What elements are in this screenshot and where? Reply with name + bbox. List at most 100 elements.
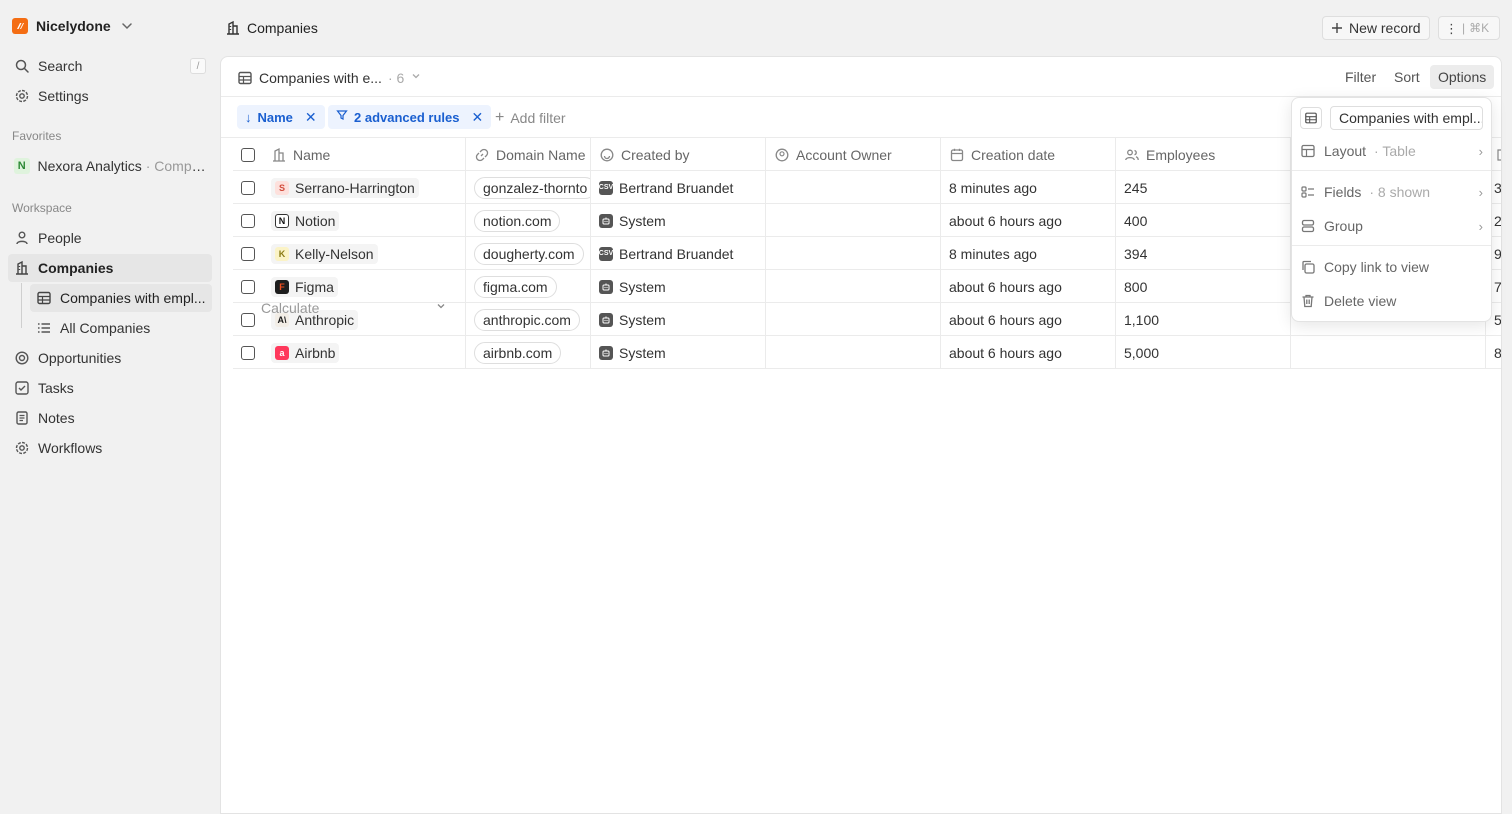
company-name-cell[interactable]: K Kelly-Nelson (263, 237, 466, 270)
menu-item-layout[interactable]: Layout · Table › (1300, 137, 1483, 165)
company-name-cell[interactable]: N Notion (263, 204, 466, 237)
favorite-label: Nexora Analytics · Compa... (37, 158, 206, 174)
sort-chip[interactable]: ↓ Name ✕ (237, 105, 325, 129)
select-all-checkbox[interactable] (233, 138, 263, 171)
company-chip[interactable]: S Serrano-Harrington (271, 177, 419, 198)
options-button[interactable]: Options (1430, 65, 1495, 89)
remove-rules-icon[interactable]: ✕ (472, 109, 484, 126)
table-row[interactable]: a Airbnb airbnb.com System about 6 hours… (233, 336, 1501, 369)
sidebar-item-notes[interactable]: Notes (8, 404, 212, 432)
filter-button[interactable]: Filter (1337, 65, 1384, 89)
company-name-cell[interactable]: a Airbnb (263, 336, 466, 369)
row-checkbox-cell[interactable] (233, 237, 263, 270)
more-actions-button[interactable]: ⋮ | ⌘K (1438, 16, 1500, 40)
company-logo-icon: K (275, 246, 289, 261)
sidebar-item-favorite[interactable]: N Nexora Analytics · Compa... (8, 152, 212, 180)
creation-date: about 6 hours ago (949, 344, 1062, 361)
column-header-name[interactable]: Name (263, 138, 466, 171)
account-owner-cell[interactable] (766, 171, 941, 204)
view-name-input[interactable]: Companies with empl... (1330, 106, 1483, 130)
advanced-rules-chip[interactable]: 2 advanced rules ✕ (328, 105, 492, 129)
workspace-switcher[interactable]: Nicelydone (12, 16, 135, 36)
domain-link[interactable]: anthropic.com (474, 308, 580, 331)
domain-cell[interactable]: dougherty.com (466, 237, 591, 270)
domain-link[interactable]: figma.com (474, 275, 557, 298)
domain-link[interactable]: gonzalez-thornto (474, 176, 590, 199)
more-vertical-icon: ⋮ (1445, 20, 1458, 36)
sort-button[interactable]: Sort (1386, 65, 1428, 89)
menu-item-group[interactable]: Group › (1300, 212, 1483, 240)
employees-cell[interactable]: 245 (1116, 171, 1291, 204)
add-filter-button[interactable]: + Add filter (495, 109, 566, 127)
sidebar-item-tasks[interactable]: Tasks (8, 374, 212, 402)
checkbox[interactable] (241, 180, 255, 195)
domain-link[interactable]: dougherty.com (474, 242, 584, 265)
column-header-employees[interactable]: Employees (1116, 138, 1291, 171)
checkbox[interactable] (241, 213, 255, 228)
bot-icon (599, 213, 613, 228)
page-title: Companies (225, 18, 318, 38)
table-icon[interactable] (1300, 107, 1322, 129)
company-logo-icon: N (275, 213, 289, 228)
domain-cell[interactable]: notion.com (466, 204, 591, 237)
employees-cell[interactable]: 1,100 (1116, 303, 1291, 336)
new-record-label: New record (1349, 20, 1421, 36)
row-checkbox-cell[interactable] (233, 171, 263, 204)
remove-sort-icon[interactable]: ✕ (305, 109, 317, 126)
account-owner-cell[interactable] (766, 270, 941, 303)
row-checkbox-cell[interactable] (233, 303, 263, 336)
menu-item-delete-view[interactable]: Delete view (1300, 287, 1483, 315)
domain-cell[interactable]: airbnb.com (466, 336, 591, 369)
checkbox[interactable] (241, 279, 255, 294)
chevron-down-icon[interactable] (119, 18, 135, 34)
new-record-button[interactable]: New record (1322, 16, 1430, 40)
domain-link[interactable]: notion.com (474, 209, 561, 232)
checkbox[interactable] (241, 345, 255, 360)
company-chip[interactable]: K Kelly-Nelson (271, 243, 378, 264)
sidebar-item-companies[interactable]: Companies (8, 254, 212, 282)
domain-cell[interactable]: anthropic.com (466, 303, 591, 336)
sidebar-item-workflows[interactable]: Workflows (8, 434, 212, 462)
sidebar-item-companies-view[interactable]: Companies with empl... (30, 284, 212, 312)
domain-cell[interactable]: gonzalez-thornto (466, 171, 591, 204)
employees-cell[interactable]: 400 (1116, 204, 1291, 237)
employees-cell[interactable]: 394 (1116, 237, 1291, 270)
column-header-created-by[interactable]: Created by (591, 138, 766, 171)
checkbox[interactable] (241, 147, 255, 162)
column-header-owner[interactable]: Account Owner (766, 138, 941, 171)
sidebar-item-search[interactable]: Search / (8, 52, 212, 80)
building-icon (271, 147, 287, 163)
menu-item-fields[interactable]: Fields · 8 shown › (1300, 178, 1483, 206)
plus-icon (1331, 22, 1343, 34)
company-name-cell[interactable]: S Serrano-Harrington (263, 171, 466, 204)
checkbox[interactable] (241, 312, 255, 327)
row-checkbox-cell[interactable] (233, 270, 263, 303)
company-chip[interactable]: a Airbnb (271, 342, 340, 363)
employees-cell[interactable]: 800 (1116, 270, 1291, 303)
checkbox[interactable] (241, 246, 255, 261)
row-checkbox-cell[interactable] (233, 336, 263, 369)
domain-cell[interactable]: figma.com (466, 270, 591, 303)
company-chip[interactable]: N Notion (271, 210, 340, 231)
menu-item-copy-link[interactable]: Copy link to view (1300, 253, 1483, 281)
sidebar-item-all-companies[interactable]: All Companies (30, 314, 212, 342)
row-checkbox-cell[interactable] (233, 204, 263, 237)
next-column-value: 7 (1494, 278, 1502, 295)
column-header-domain[interactable]: Domain Name (466, 138, 591, 171)
chevron-right-icon: › (1478, 218, 1483, 234)
calculate-label: Calculate (261, 300, 320, 316)
calculate-footer[interactable]: Calculate (261, 298, 447, 318)
sidebar-item-settings[interactable]: Settings (8, 82, 212, 110)
sidebar-item-people[interactable]: People (8, 224, 212, 252)
account-owner-cell[interactable] (766, 204, 941, 237)
account-owner-cell[interactable] (766, 303, 941, 336)
employees-cell[interactable]: 5,000 (1116, 336, 1291, 369)
view-switcher[interactable]: Companies with e... · 6 (237, 68, 422, 88)
column-header-date[interactable]: Creation date (941, 138, 1116, 171)
account-owner-cell[interactable] (766, 336, 941, 369)
company-chip[interactable]: F Figma (271, 276, 338, 297)
sidebar-item-opportunities[interactable]: Opportunities (8, 344, 212, 372)
account-owner-cell[interactable] (766, 237, 941, 270)
domain-link[interactable]: airbnb.com (474, 341, 562, 364)
next-column-value: 5 (1494, 311, 1502, 328)
